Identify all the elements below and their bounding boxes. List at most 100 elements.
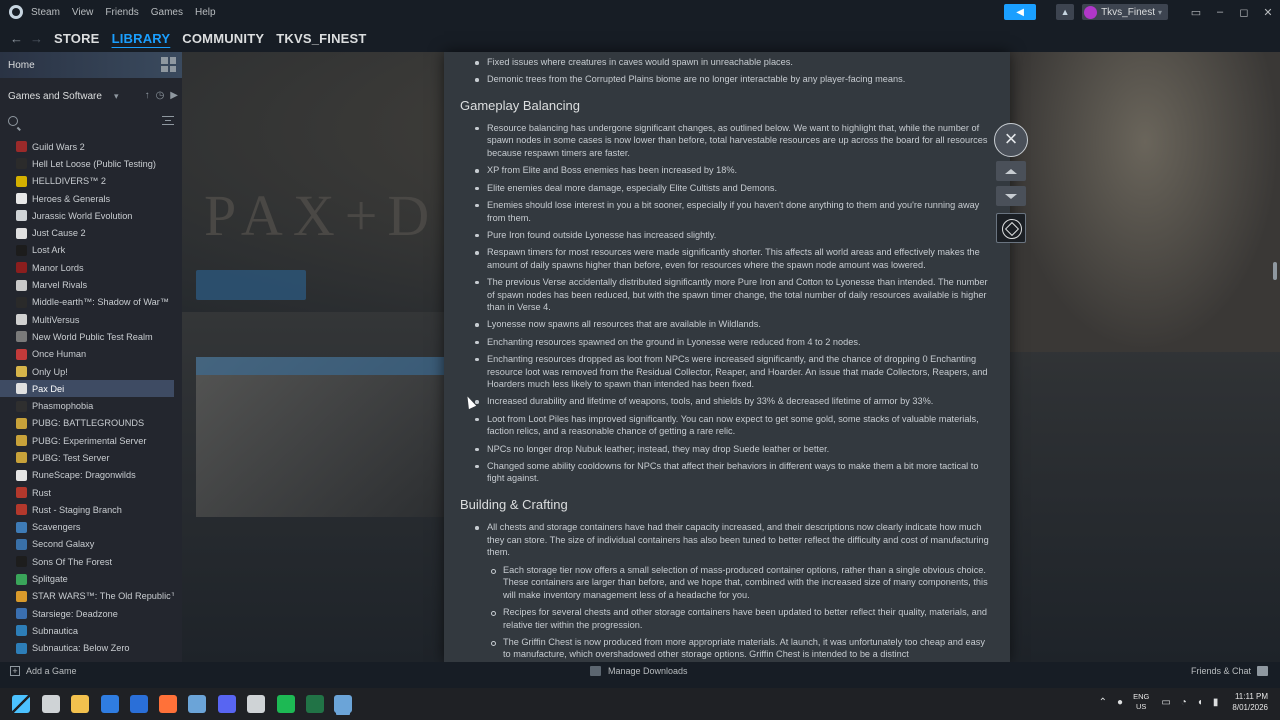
home-button[interactable]: Home	[0, 52, 182, 78]
spotify-icon[interactable]	[277, 695, 295, 713]
sidebar-game-item[interactable]: Just Cause 2	[0, 224, 174, 241]
steam-icon[interactable]	[188, 695, 206, 713]
microphone-icon[interactable]: ●	[1117, 697, 1123, 708]
sidebar-game-item[interactable]: Subnautica	[0, 622, 174, 639]
monitor-icon[interactable]: ▭	[1184, 6, 1208, 19]
maximize-icon[interactable]: ◻	[1232, 6, 1256, 19]
sidebar-game-item[interactable]: Rust	[0, 484, 174, 501]
sidebar-game-item[interactable]: Rust - Staging Branch	[0, 501, 174, 518]
clock[interactable]: 11:11 PM 8/01/2026	[1232, 691, 1268, 713]
user-menu[interactable]: Tkvs_Finest ▾	[1082, 4, 1168, 20]
building-sub-list: Each storage tier now offers a small sel…	[460, 564, 995, 662]
sidebar-game-item[interactable]: STAR WARS™: The Old Republic™	[0, 588, 174, 605]
file-explorer-icon[interactable]	[71, 695, 89, 713]
menu-games[interactable]: Games	[151, 7, 183, 18]
sidebar-game-item[interactable]: Hell Let Loose (Public Testing)	[0, 155, 174, 172]
close-window-icon[interactable]: ✕	[1256, 6, 1280, 19]
sidebar-game-item[interactable]: HELLDIVERS™ 2	[0, 173, 174, 190]
sidebar-game-item[interactable]: Heroes & Generals	[0, 190, 174, 207]
menu-help[interactable]: Help	[195, 7, 216, 18]
sidebar-game-item[interactable]: Lost Ark	[0, 242, 174, 259]
sidebar-game-item[interactable]: Once Human	[0, 346, 174, 363]
next-post-button[interactable]	[996, 186, 1026, 206]
nav-community[interactable]: COMMUNITY	[182, 31, 264, 46]
menu-view[interactable]: View	[72, 7, 94, 18]
sidebar-game-item[interactable]: RuneScape: Dragonwilds	[0, 467, 174, 484]
steam-active-icon[interactable]	[334, 695, 352, 713]
nav-library[interactable]: LIBRARY	[112, 31, 171, 46]
scrollbar-thumb[interactable]	[1273, 262, 1277, 280]
game-icon	[16, 193, 27, 205]
filter-icon[interactable]	[162, 116, 174, 125]
sidebar-game-item[interactable]: Guild Wars 2	[0, 138, 174, 155]
game-name: HELLDIVERS™ 2	[32, 176, 107, 187]
discord-icon[interactable]	[218, 695, 236, 713]
back-arrow-icon[interactable]: ←	[10, 31, 23, 46]
game-name: Sons Of The Forest	[32, 556, 113, 567]
sidebar-game-item[interactable]: Sons Of The Forest	[0, 553, 174, 570]
xbox-icon[interactable]	[247, 695, 265, 713]
megaphone-icon[interactable]: ◀	[1004, 4, 1037, 20]
sidebar-game-item[interactable]: Middle-earth™: Shadow of War™	[0, 294, 174, 311]
minimize-icon[interactable]: –	[1208, 6, 1232, 18]
game-icon	[16, 348, 27, 360]
sidebar-game-item[interactable]: MultiVersus	[0, 311, 174, 328]
collection-filter[interactable]: Games and Software ▾ ↑ ◷ ▶	[0, 82, 182, 110]
forward-arrow-icon[interactable]: →	[30, 31, 43, 46]
grid-view-icon[interactable]	[161, 57, 176, 72]
game-name: Hell Let Loose (Public Testing)	[32, 158, 156, 169]
chevron-down-icon: ▾	[1157, 7, 1162, 17]
battery-icon[interactable]: ▮	[1213, 697, 1219, 708]
manage-downloads-button[interactable]: Manage Downloads	[590, 666, 688, 676]
chevron-down-icon: ▾	[113, 90, 119, 101]
sidebar-game-item[interactable]: Pax Dei	[0, 380, 174, 398]
volume-icon[interactable]: ◖	[1197, 697, 1203, 708]
library-search[interactable]	[0, 110, 182, 132]
menu-friends[interactable]: Friends	[105, 7, 138, 18]
sidebar-game-item[interactable]: Subnautica: Below Zero	[0, 640, 174, 657]
language-indicator[interactable]: ENG US	[1133, 692, 1149, 712]
wifi-icon[interactable]: ◔	[1181, 697, 1187, 708]
sidebar-game-item[interactable]: PUBG: Test Server	[0, 449, 174, 466]
firefox-icon[interactable]	[159, 695, 177, 713]
game-emblem-button[interactable]	[996, 213, 1026, 243]
game-icon	[16, 383, 27, 395]
sidebar-game-item[interactable]: Marvel Rivals	[0, 276, 174, 293]
excel-icon[interactable]	[306, 695, 324, 713]
start-icon[interactable]	[12, 695, 30, 713]
outlook-icon[interactable]	[130, 695, 148, 713]
play-filter-icon[interactable]: ▶	[170, 90, 178, 101]
store-icon[interactable]	[101, 695, 119, 713]
sidebar-game-item[interactable]: Second Galaxy	[0, 536, 174, 553]
sidebar-game-item[interactable]: Jurassic World Evolution	[0, 207, 174, 224]
sidebar-game-item[interactable]: New World Public Test Realm	[0, 328, 174, 345]
search-icon[interactable]	[8, 116, 18, 126]
recent-clock-icon[interactable]: ◷	[156, 90, 165, 101]
add-game-button[interactable]: + Add a Game	[10, 666, 77, 676]
previous-post-button[interactable]	[996, 161, 1026, 181]
friends-chat-button[interactable]: Friends & Chat	[1191, 666, 1268, 676]
chevron-up-icon[interactable]: ⌃	[1099, 697, 1107, 708]
sidebar-game-item[interactable]: PUBG: BATTLEGROUNDS	[0, 415, 174, 432]
display-icon[interactable]: ▭	[1161, 697, 1170, 708]
nav-store[interactable]: STORE	[54, 31, 100, 46]
sort-up-icon[interactable]: ↑	[145, 90, 150, 101]
sub-list-item: Each storage tier now offers a small sel…	[487, 564, 995, 602]
close-overlay-button[interactable]: ×	[994, 123, 1028, 157]
sidebar-game-item[interactable]: Only Up!	[0, 363, 174, 380]
news-card[interactable]	[196, 357, 446, 517]
menu-steam[interactable]: Steam	[31, 7, 60, 18]
sidebar-game-item[interactable]: Manor Lords	[0, 259, 174, 276]
sidebar-game-item[interactable]: PUBG: Experimental Server	[0, 432, 174, 449]
task-view-icon[interactable]	[42, 695, 60, 713]
game-name: Pax Dei	[32, 383, 65, 394]
nav-profile[interactable]: TKVS_FINEST	[276, 31, 366, 46]
sidebar-game-item[interactable]: Starsiege: Deadzone	[0, 605, 174, 622]
windows-taskbar: ⌃ ● ENG US ▭ ◔ ◖ ▮ 11:11 PM 8/01/2026	[0, 688, 1280, 720]
filter-label: Games and Software	[8, 90, 102, 102]
sidebar-game-item[interactable]: Phasmophobia	[0, 397, 174, 414]
sidebar-game-item[interactable]: Scavengers	[0, 519, 174, 536]
bell-icon[interactable]: ▲	[1056, 4, 1075, 20]
install-button[interactable]	[196, 270, 306, 300]
sidebar-game-item[interactable]: Splitgate	[0, 570, 174, 587]
